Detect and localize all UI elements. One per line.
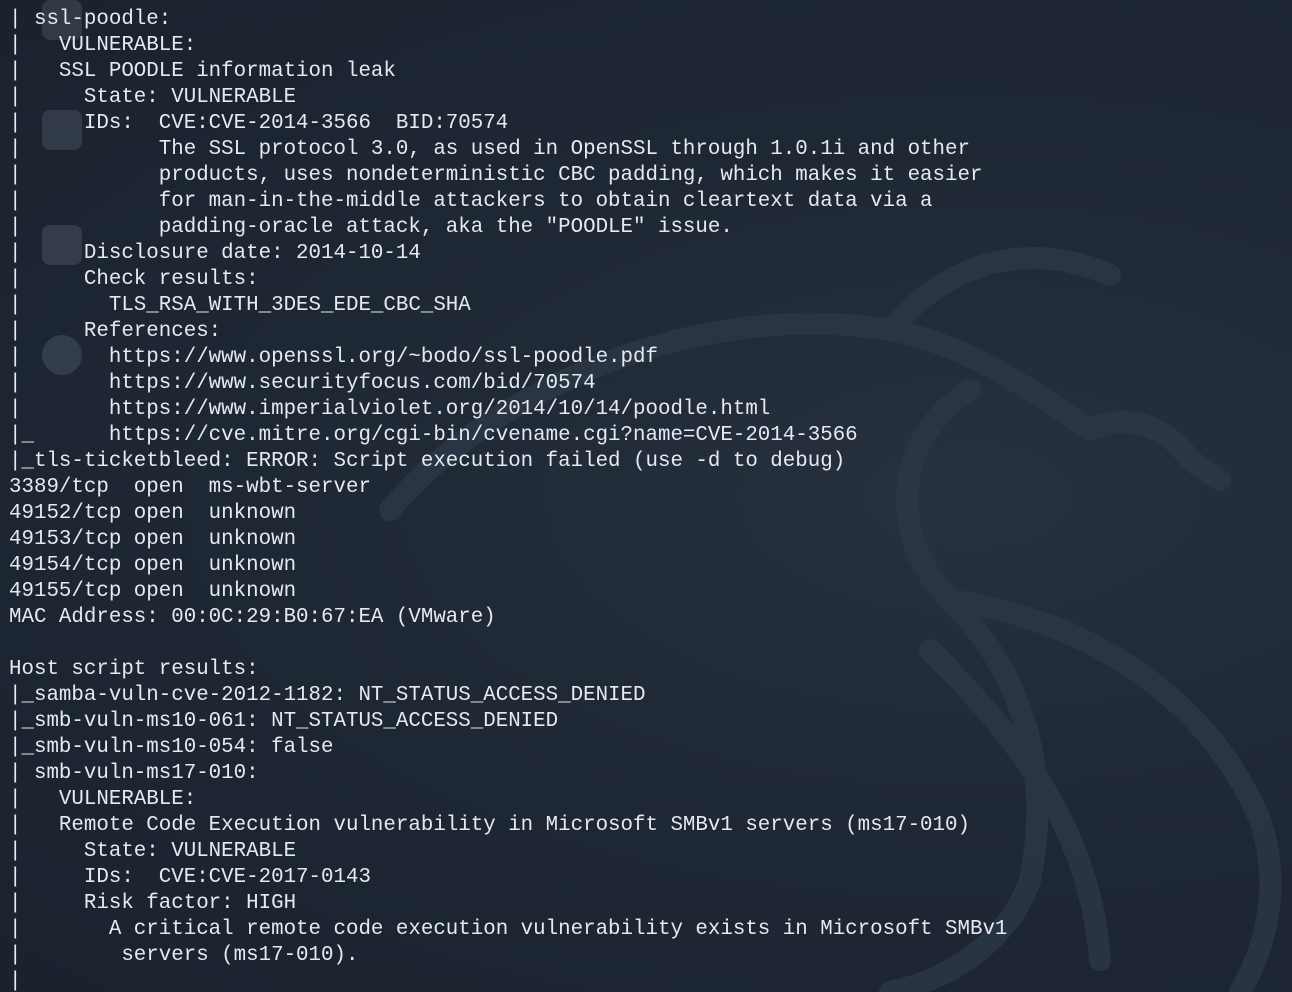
terminal-line: | Risk factor: HIGH xyxy=(9,892,297,915)
terminal-line: | State: VULNERABLE xyxy=(9,840,297,863)
terminal-line: 3389/tcp open ms-wbt-server xyxy=(9,476,371,499)
terminal-line: | State: VULNERABLE xyxy=(9,86,297,109)
terminal-line: | TLS_RSA_WITH_3DES_EDE_CBC_SHA xyxy=(9,294,471,317)
terminal-window[interactable]: | ssl-poodle: | VULNERABLE: | SSL POODLE i… xyxy=(0,0,1292,992)
terminal-line: | xyxy=(9,970,22,992)
terminal-line: | https://www.imperialviolet.org/2014/10… xyxy=(9,398,771,421)
terminal-line: |_ https://cve.mitre.org/cgi-bin/cvename… xyxy=(9,424,858,447)
terminal-line: | Disclosure date: 2014-10-14 xyxy=(9,242,421,265)
terminal-line: | SSL POODLE information leak xyxy=(9,60,396,83)
terminal-line: | for man-in-the-middle attackers to obt… xyxy=(9,190,933,213)
terminal-line: | A critical remote code execution vulne… xyxy=(9,918,1008,941)
terminal-line: 49155/tcp open unknown xyxy=(9,580,297,603)
terminal-line: | The SSL protocol 3.0, as used in OpenS… xyxy=(9,138,970,161)
terminal-line: | https://www.securityfocus.com/bid/7057… xyxy=(9,372,596,395)
terminal-line: 49154/tcp open unknown xyxy=(9,554,297,577)
terminal-line: 49153/tcp open unknown xyxy=(9,528,297,551)
terminal-output[interactable]: | ssl-poodle: | VULNERABLE: | SSL POODLE i… xyxy=(9,7,1007,992)
terminal-line: | IDs: CVE:CVE-2017-0143 xyxy=(9,866,371,889)
terminal-line: | products, uses nondeterministic CBC pa… xyxy=(9,164,983,187)
terminal-line: | https://www.openssl.org/~bodo/ssl-pood… xyxy=(9,346,658,369)
terminal-line: | ssl-poodle: xyxy=(9,8,172,31)
terminal-line: |_smb-vuln-ms10-054: false xyxy=(9,736,334,759)
terminal-line: | Check results: xyxy=(9,268,259,291)
terminal-line: |_smb-vuln-ms10-061: NT_STATUS_ACCESS_DE… xyxy=(9,710,559,733)
terminal-line: |_samba-vuln-cve-2012-1182: NT_STATUS_AC… xyxy=(9,684,646,707)
terminal-line: |_tls-ticketbleed: ERROR: Script executi… xyxy=(9,450,846,473)
terminal-line: | VULNERABLE: xyxy=(9,788,197,811)
terminal-line: | Remote Code Execution vulnerability in… xyxy=(9,814,970,837)
terminal-line: 49152/tcp open unknown xyxy=(9,502,297,525)
terminal-line: MAC Address: 00:0C:29:B0:67:EA (VMware) xyxy=(9,606,496,629)
terminal-line: | servers (ms17-010). xyxy=(9,944,359,967)
terminal-line: | VULNERABLE: xyxy=(9,34,197,57)
terminal-line: | smb-vuln-ms17-010: xyxy=(9,762,259,785)
terminal-line: | padding-oracle attack, aka the "POODLE… xyxy=(9,216,733,239)
terminal-line: | References: xyxy=(9,320,222,343)
terminal-line: Host script results: xyxy=(9,658,259,681)
terminal-line: | IDs: CVE:CVE-2014-3566 BID:70574 xyxy=(9,112,509,135)
